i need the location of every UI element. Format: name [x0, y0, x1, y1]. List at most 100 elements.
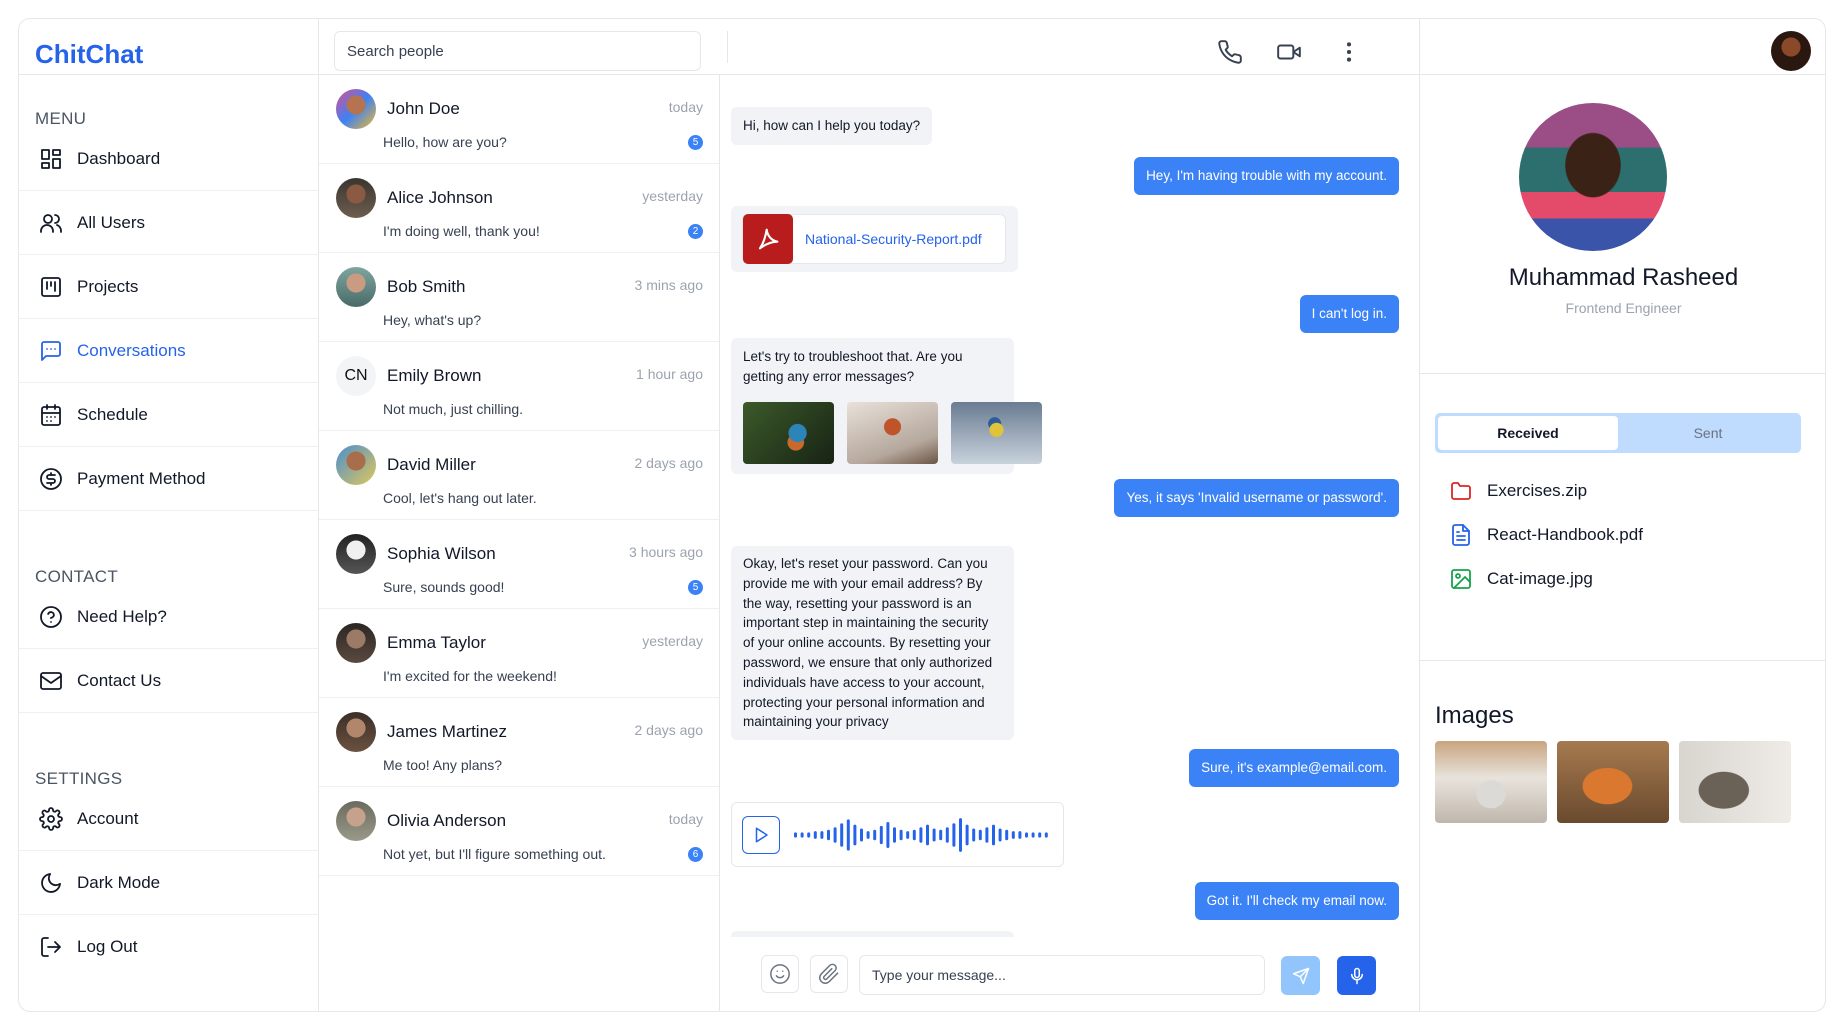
sidebar-item-account[interactable]: Account	[19, 787, 318, 851]
tab-received[interactable]: Received	[1438, 416, 1618, 450]
video-icon[interactable]	[1276, 39, 1302, 65]
sidebar-item-all-users[interactable]: All Users	[19, 191, 318, 255]
voice-message	[731, 802, 1064, 867]
file-item-label: React-Handbook.pdf	[1487, 525, 1643, 544]
contact-item[interactable]: CN Emily Brown 1 hour ago Not much, just ch…	[319, 342, 719, 431]
unread-badge: 5	[688, 135, 703, 150]
waveform-bar	[1018, 831, 1022, 839]
waveform-bar	[926, 824, 929, 846]
waveform-bar	[860, 828, 863, 842]
contact-item[interactable]: James Martinez 2 days ago Me too! Any plan…	[319, 698, 719, 787]
contact-name: David Miller	[387, 455, 476, 474]
file-item-react-handbook[interactable]: React-Handbook.pdf	[1449, 523, 1643, 547]
contact-time: 2 days ago	[634, 722, 704, 738]
waveform-bar	[1044, 832, 1048, 838]
waveform	[794, 818, 1048, 852]
message-input[interactable]	[859, 955, 1265, 995]
tab-sent[interactable]: Sent	[1618, 416, 1798, 450]
gallery-image-cat-3[interactable]	[1679, 741, 1791, 823]
app-logo: ChitChat	[35, 39, 144, 69]
sidebar-item-dashboard[interactable]: Dashboard	[19, 127, 318, 191]
waveform-bar	[886, 822, 890, 848]
voice-record-button[interactable]	[1337, 956, 1376, 995]
contact-avatar	[336, 623, 376, 663]
help-icon	[40, 605, 62, 628]
section-title-settings: SETTINGS	[35, 769, 123, 788]
attach-button[interactable]	[810, 955, 848, 993]
contact-item[interactable]: Alice Johnson yesterday I'm doing well, th…	[319, 164, 719, 253]
image-thumbnail-bluetit[interactable]	[951, 402, 1042, 464]
waveform-bar	[945, 827, 949, 843]
contact-avatar	[336, 445, 376, 485]
message-text: Let's try to troubleshoot that. Are you …	[743, 349, 963, 384]
sidebar-item-log-out[interactable]: Log Out	[19, 915, 318, 979]
contact-time: today	[668, 811, 703, 827]
contact-time: yesterday	[642, 188, 703, 204]
search-input[interactable]	[334, 31, 701, 71]
image-thumbnail-robin[interactable]	[847, 402, 938, 464]
sidebar-item-conversations[interactable]: Conversations	[19, 319, 318, 383]
contact-name: Emily Brown	[387, 366, 482, 385]
waveform-bar	[893, 827, 896, 843]
phone-icon[interactable]	[1217, 39, 1243, 65]
image-thumbnail-kingfisher[interactable]	[743, 402, 834, 464]
contact-item[interactable]: Olivia Anderson today Not yet, but I'll fi…	[319, 787, 719, 876]
sidebar-item-label: Log Out	[77, 937, 138, 956]
message-outgoing: I can't log in.	[1299, 295, 1399, 333]
waveform-bar	[998, 828, 1002, 842]
image-icon	[1451, 569, 1471, 589]
emoji-button[interactable]	[761, 955, 799, 993]
play-button[interactable]	[742, 816, 780, 854]
waveform-bar	[932, 828, 936, 842]
sidebar-item-dark-mode[interactable]: Dark Mode	[19, 851, 318, 915]
contact-time: 3 hours ago	[629, 544, 703, 560]
contact-item[interactable]: Bob Smith 3 mins ago Hey, what's up?	[319, 253, 719, 342]
more-vertical-icon[interactable]	[1336, 39, 1362, 65]
file-item-label: Exercises.zip	[1487, 481, 1588, 500]
contact-item[interactable]: Sophia Wilson 3 hours ago Sure, sounds goo…	[319, 520, 719, 609]
user-avatar[interactable]	[1771, 31, 1811, 71]
sidebar-item-schedule[interactable]: Schedule	[19, 383, 318, 447]
file-tabs: Received Sent	[1435, 413, 1801, 453]
file-item-cat-image[interactable]: Cat-image.jpg	[1449, 567, 1593, 591]
logout-icon	[41, 937, 61, 957]
unread-badge: 6	[688, 847, 703, 862]
microphone-icon	[1350, 967, 1363, 984]
gallery-image-cat-2[interactable]	[1557, 741, 1669, 823]
contact-name: Emma Taylor	[387, 633, 486, 652]
contact-time: 2 days ago	[634, 455, 704, 471]
contact-item[interactable]: John Doe today Hello, how are you? 5	[319, 75, 719, 164]
contact-last-message: Cool, let's hang out later.	[383, 490, 537, 506]
message-outgoing: Sure, it's example@email.com.	[1189, 749, 1399, 787]
contact-avatar	[336, 801, 376, 841]
sidebar-item-need-help[interactable]: Need Help?	[19, 585, 318, 649]
contact-name: John Doe	[387, 99, 460, 118]
paperclip-icon	[819, 963, 839, 984]
message-outgoing: Hey, I'm having trouble with my account.	[1134, 157, 1399, 195]
contact-avatar	[336, 178, 376, 218]
file-attachment[interactable]: National-Security-Report.pdf	[742, 214, 1006, 264]
sidebar-item-payment-method[interactable]: Payment Method	[19, 447, 318, 511]
file-item-exercises[interactable]: Exercises.zip	[1449, 479, 1587, 503]
sidebar-item-label: Dark Mode	[77, 872, 161, 892]
sidebar-item-label: Account	[77, 808, 139, 828]
waveform-bar	[912, 829, 916, 841]
sidebar-item-label: Conversations	[77, 340, 186, 360]
waveform-bar	[939, 829, 943, 841]
sidebar-item-projects[interactable]: Projects	[19, 255, 318, 319]
contact-name: Alice Johnson	[387, 188, 493, 207]
send-button[interactable]	[1281, 956, 1320, 995]
section-title-contact: CONTACT	[35, 567, 118, 586]
play-icon	[755, 827, 768, 843]
sidebar-item-contact-us[interactable]: Contact Us	[19, 649, 318, 713]
app-window: ChitChat MENU Dashboard All Users Projec…	[18, 18, 1826, 1012]
contact-item[interactable]: David Miller 2 days ago Cool, let's hang o…	[319, 431, 719, 520]
sidebar-item-label: Payment Method	[77, 468, 206, 488]
contact-time: 3 mins ago	[634, 277, 703, 293]
file-name: National-Security-Report.pdf	[805, 231, 982, 247]
contact-item[interactable]: Emma Taylor yesterday I'm excited for the …	[319, 609, 719, 698]
message-outgoing: Got it. I'll check my email now.	[1194, 882, 1399, 920]
gallery-image-cat-1[interactable]	[1435, 741, 1547, 823]
message-incoming: Hi, how can I help you today?	[731, 107, 933, 145]
contact-avatar	[336, 89, 376, 129]
